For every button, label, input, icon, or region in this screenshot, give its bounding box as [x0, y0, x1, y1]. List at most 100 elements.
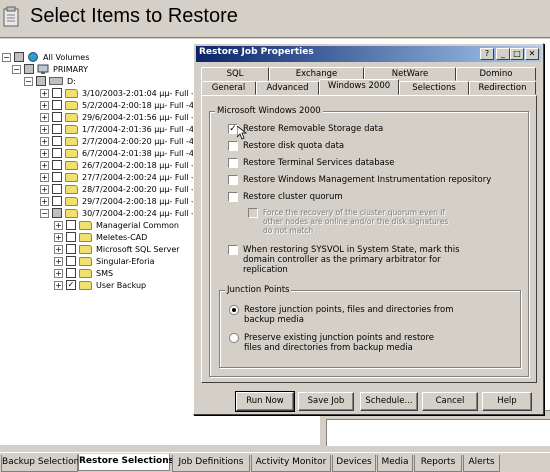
cancel-button[interactable]: Cancel: [422, 392, 478, 411]
tree-set-item[interactable]: −30/7/2004-2:00:24 μμ- Full -4MM: [40, 207, 214, 219]
preserve-junction-points-radio[interactable]: Preserve existing junction points and re…: [229, 333, 434, 353]
tree-server[interactable]: − PRIMARY: [12, 63, 89, 75]
radio-button[interactable]: [229, 305, 239, 315]
checkbox[interactable]: [228, 175, 238, 185]
restore-removable-storage-option[interactable]: ✓ Restore Removable Storage data: [228, 124, 383, 134]
checkbox[interactable]: [228, 158, 238, 168]
restore-wmi-repository-option[interactable]: Restore Windows Management Instrumentati…: [228, 175, 491, 185]
minimize-icon[interactable]: _: [496, 48, 510, 60]
tree-set-item[interactable]: +3/10/2003-2:01:04 μμ- Full -4MM: [40, 87, 214, 99]
expand-icon[interactable]: +: [40, 172, 49, 182]
tree-folder-item[interactable]: + Managerial Common: [54, 219, 180, 231]
tree-folder-item[interactable]: + SMS: [54, 267, 114, 279]
tree-folder-item[interactable]: + ✓ User Backup: [54, 279, 147, 291]
tree-checkbox[interactable]: [52, 184, 62, 194]
tree-checkbox[interactable]: [52, 160, 62, 170]
tree-checkbox[interactable]: [66, 244, 76, 254]
expand-icon[interactable]: +: [54, 220, 63, 230]
tree-folder-item[interactable]: + Microsoft SQL Server: [54, 243, 181, 255]
tree-set-item[interactable]: +1/7/2004-2:01:36 μμ- Full -4MM: [40, 123, 209, 135]
expand-icon[interactable]: +: [40, 124, 49, 134]
tree-set-item[interactable]: +29/7/2004-2:00:18 μμ- Full -4MM: [40, 195, 214, 207]
tree-checkbox[interactable]: [14, 52, 24, 62]
collapse-icon[interactable]: −: [12, 64, 21, 74]
collapse-icon[interactable]: −: [40, 208, 49, 218]
collapse-icon[interactable]: −: [24, 76, 33, 86]
tree-checkbox[interactable]: [52, 172, 62, 182]
tree-checkbox[interactable]: [52, 196, 62, 206]
tab-general[interactable]: General: [201, 81, 256, 95]
checkbox[interactable]: [228, 192, 238, 202]
expand-icon[interactable]: +: [54, 280, 63, 290]
tree-set-item[interactable]: +6/7/2004-2:01:38 μμ- Full -4MM: [40, 147, 209, 159]
tree-checkbox[interactable]: [66, 220, 76, 230]
expand-icon[interactable]: +: [40, 100, 49, 110]
tab-redirection[interactable]: Redirection: [469, 81, 536, 95]
tree-set-item[interactable]: +5/2/2004-2:00:18 μμ- Full -4MM: [40, 99, 209, 111]
expand-icon[interactable]: +: [40, 112, 49, 122]
tree-checkbox[interactable]: [36, 76, 46, 86]
collapse-icon[interactable]: −: [2, 52, 11, 62]
tree-checkbox[interactable]: [52, 124, 62, 134]
tab-activity-monitor[interactable]: Activity Monitor: [251, 455, 331, 472]
restore-terminal-services-option[interactable]: Restore Terminal Services database: [228, 158, 395, 168]
tree-checkbox[interactable]: [66, 232, 76, 242]
tree-folder-item[interactable]: + Meletes-CAD: [54, 231, 148, 243]
tab-media[interactable]: Media: [377, 455, 413, 472]
tree-root[interactable]: − All Volumes: [2, 51, 90, 63]
checkbox[interactable]: [228, 141, 238, 151]
tab-domino[interactable]: Domino: [456, 67, 536, 81]
expand-icon[interactable]: +: [40, 196, 49, 206]
sysvol-primary-arbitrator-option[interactable]: When restoring SYSVOL in System State, m…: [228, 245, 460, 275]
maximize-icon[interactable]: □: [510, 48, 524, 60]
expand-icon[interactable]: +: [40, 160, 49, 170]
checkbox[interactable]: [228, 245, 238, 255]
tree-drive[interactable]: − D:: [24, 75, 77, 87]
expand-icon[interactable]: +: [40, 88, 49, 98]
expand-icon[interactable]: +: [54, 268, 63, 278]
tab-windows-2000[interactable]: Windows 2000: [319, 79, 399, 95]
tab-advanced[interactable]: Advanced: [256, 81, 319, 95]
tree-checkbox[interactable]: [52, 136, 62, 146]
tree-checkbox[interactable]: [24, 64, 34, 74]
tree-set-item[interactable]: +27/7/2004-2:00:24 μμ- Full -4MM: [40, 171, 214, 183]
tree-checkbox[interactable]: [52, 88, 62, 98]
tree-set-item[interactable]: +28/7/2004-2:00:20 μμ- Full -4MM: [40, 183, 214, 195]
expand-icon[interactable]: +: [54, 244, 63, 254]
tab-reports[interactable]: Reports: [414, 455, 462, 472]
tab-sql[interactable]: SQL: [201, 67, 269, 81]
restore-cluster-quorum-option[interactable]: Restore cluster quorum: [228, 192, 343, 202]
expand-icon[interactable]: +: [40, 136, 49, 146]
tree-set-item[interactable]: +2/7/2004-2:00:20 μμ- Full -4MM: [40, 135, 209, 147]
tab-job-definitions[interactable]: Job Definitions: [172, 455, 250, 472]
expand-icon[interactable]: +: [54, 232, 63, 242]
tree-checkbox[interactable]: [52, 208, 62, 218]
tab-alerts[interactable]: Alerts: [463, 455, 500, 472]
restore-disk-quota-option[interactable]: Restore disk quota data: [228, 141, 344, 151]
expand-icon[interactable]: +: [40, 184, 49, 194]
tree-checkbox[interactable]: ✓: [66, 280, 76, 290]
tree-set-item[interactable]: +29/6/2004-2:01:56 μμ- Full -4MM: [40, 111, 214, 123]
tab-restore-selections[interactable]: Restore Selections: [78, 454, 174, 471]
help-icon[interactable]: ?: [480, 48, 494, 60]
expand-icon[interactable]: +: [54, 256, 63, 266]
tree-checkbox[interactable]: [66, 256, 76, 266]
radio-button[interactable]: [229, 333, 239, 343]
restore-junction-points-radio[interactable]: Restore junction points, files and direc…: [229, 305, 454, 325]
tree-checkbox[interactable]: [52, 100, 62, 110]
close-icon[interactable]: ✕: [525, 48, 539, 60]
help-button[interactable]: Help: [482, 392, 532, 411]
save-job-button[interactable]: Save Job: [298, 392, 354, 411]
run-now-button[interactable]: Run Now: [235, 391, 295, 412]
dialog-titlebar[interactable]: Restore Job Properties ? _ □ ✕: [196, 46, 541, 62]
tree-set-item[interactable]: +26/7/2004-2:00:18 μμ- Full -4MM: [40, 159, 214, 171]
tree-checkbox[interactable]: [52, 148, 62, 158]
tab-selections[interactable]: Selections: [399, 81, 469, 95]
schedule-button[interactable]: Schedule...: [360, 392, 418, 411]
expand-icon[interactable]: +: [40, 148, 49, 158]
tree-folder-item[interactable]: + Singular-Eforia: [54, 255, 156, 267]
tree-checkbox[interactable]: [66, 268, 76, 278]
tree-checkbox[interactable]: [52, 112, 62, 122]
tab-backup-selections[interactable]: Backup Selections: [1, 455, 84, 472]
tab-devices[interactable]: Devices: [332, 455, 376, 472]
